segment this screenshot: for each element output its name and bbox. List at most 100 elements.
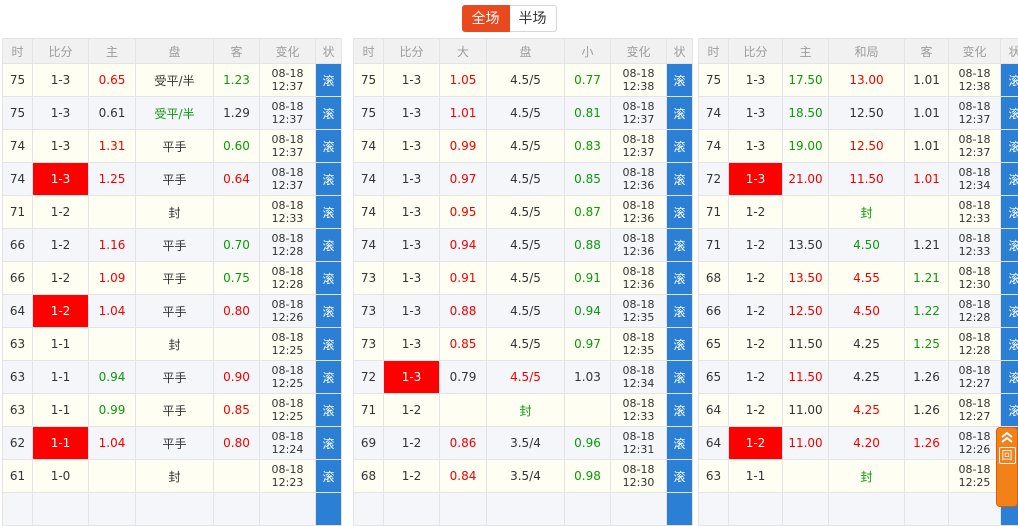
handicap-cell: 平手 bbox=[136, 295, 214, 328]
status-button[interactable]: 滚 bbox=[316, 328, 342, 361]
away-odds-cell bbox=[905, 460, 949, 493]
away-odds-cell: 0.80 bbox=[214, 295, 260, 328]
back-to-top-widget[interactable]: 回 bbox=[996, 427, 1018, 507]
change-cell: 08-1812:38 bbox=[611, 64, 667, 97]
change-date: 08-18 bbox=[260, 100, 315, 113]
handicap-cell: 4.25 bbox=[829, 361, 905, 394]
status-button[interactable]: 滚 bbox=[316, 229, 342, 262]
handicap-cell: 4.5/5 bbox=[487, 64, 565, 97]
status-button[interactable]: 滚 bbox=[1001, 295, 1018, 328]
time-cell: 62 bbox=[3, 427, 33, 460]
change-date: 08-18 bbox=[260, 430, 315, 443]
tab-half-match[interactable]: 半场 bbox=[510, 5, 557, 32]
handicap-cell: 平手 bbox=[136, 394, 214, 427]
header-row: 时比分主和局客变化状 bbox=[699, 39, 1018, 64]
time-cell: 71 bbox=[699, 196, 729, 229]
empty-cell bbox=[783, 493, 829, 526]
tab-full-match[interactable]: 全场 bbox=[462, 5, 510, 32]
time-cell: 74 bbox=[354, 163, 384, 196]
home-odds-cell bbox=[89, 460, 136, 493]
change-time: 12:25 bbox=[260, 377, 315, 390]
over-under-table: 时比分大盘小变化状751-31.054.5/50.7708-1812:38滚75… bbox=[353, 38, 693, 526]
table-row: 631-10.99平手0.8508-1812:25滚 bbox=[3, 394, 342, 427]
time-cell: 63 bbox=[3, 328, 33, 361]
empty-cell bbox=[440, 493, 487, 526]
change-cell: 08-1812:37 bbox=[260, 97, 316, 130]
status-button[interactable]: 滚 bbox=[1001, 361, 1018, 394]
status-button[interactable]: 滚 bbox=[316, 97, 342, 130]
change-time: 12:37 bbox=[260, 80, 315, 93]
change-date: 08-18 bbox=[949, 133, 1000, 146]
change-cell: 08-1812:35 bbox=[611, 295, 667, 328]
time-cell: 72 bbox=[354, 361, 384, 394]
score-cell: 1-1 bbox=[33, 328, 89, 361]
handicap-cell: 受平/半 bbox=[136, 97, 214, 130]
status-button[interactable]: 滚 bbox=[1001, 64, 1018, 97]
change-time: 12:28 bbox=[260, 245, 315, 258]
status-button[interactable]: 滚 bbox=[667, 229, 693, 262]
return-button[interactable]: 回 bbox=[999, 447, 1016, 464]
table-row: 751-30.61受平/半1.2908-1812:37滚 bbox=[3, 97, 342, 130]
change-cell: 08-1812:31 bbox=[611, 427, 667, 460]
status-button[interactable]: 滚 bbox=[667, 64, 693, 97]
status-button[interactable]: 滚 bbox=[1001, 196, 1018, 229]
empty-cell bbox=[667, 493, 693, 526]
header-row: 时比分主盘客变化状 bbox=[3, 39, 342, 64]
change-time: 12:26 bbox=[260, 311, 315, 324]
status-button[interactable]: 滚 bbox=[667, 427, 693, 460]
change-cell: 08-1812:36 bbox=[611, 262, 667, 295]
time-cell: 74 bbox=[354, 130, 384, 163]
column-header-handicap-cell: 和局 bbox=[829, 39, 905, 64]
home-odds-cell: 13.50 bbox=[783, 262, 829, 295]
change-time: 12:37 bbox=[260, 146, 315, 159]
time-cell: 69 bbox=[354, 427, 384, 460]
change-time: 12:37 bbox=[260, 179, 315, 192]
empty-cell bbox=[316, 493, 342, 526]
change-time: 12:36 bbox=[611, 179, 666, 192]
away-odds-cell: 0.64 bbox=[214, 163, 260, 196]
status-button[interactable]: 滚 bbox=[667, 460, 693, 493]
status-button[interactable]: 滚 bbox=[1001, 229, 1018, 262]
time-cell: 75 bbox=[354, 64, 384, 97]
status-button[interactable]: 滚 bbox=[667, 394, 693, 427]
status-button[interactable]: 滚 bbox=[316, 394, 342, 427]
status-button[interactable]: 滚 bbox=[667, 262, 693, 295]
status-button[interactable]: 滚 bbox=[316, 361, 342, 394]
status-button[interactable]: 滚 bbox=[316, 262, 342, 295]
table-row-partial bbox=[3, 493, 342, 526]
status-button[interactable]: 滚 bbox=[667, 196, 693, 229]
status-button[interactable]: 滚 bbox=[667, 361, 693, 394]
status-button[interactable]: 滚 bbox=[316, 163, 342, 196]
status-button[interactable]: 滚 bbox=[316, 460, 342, 493]
home-odds-cell: 0.61 bbox=[89, 97, 136, 130]
status-button[interactable]: 滚 bbox=[1001, 97, 1018, 130]
status-button[interactable]: 滚 bbox=[667, 328, 693, 361]
time-cell: 71 bbox=[699, 229, 729, 262]
home-odds-cell: 0.97 bbox=[440, 163, 487, 196]
status-button[interactable]: 滚 bbox=[667, 163, 693, 196]
time-cell: 75 bbox=[354, 97, 384, 130]
status-button[interactable]: 滚 bbox=[316, 64, 342, 97]
status-button[interactable]: 滚 bbox=[667, 97, 693, 130]
status-button[interactable]: 滚 bbox=[1001, 394, 1018, 427]
status-button[interactable]: 滚 bbox=[316, 130, 342, 163]
status-button[interactable]: 滚 bbox=[667, 295, 693, 328]
away-odds-cell bbox=[214, 196, 260, 229]
home-odds-cell: 1.04 bbox=[89, 295, 136, 328]
status-button[interactable]: 滚 bbox=[1001, 328, 1018, 361]
status-button[interactable]: 滚 bbox=[667, 130, 693, 163]
change-time: 12:33 bbox=[611, 410, 666, 423]
score-cell: 1-3 bbox=[384, 361, 440, 394]
status-button[interactable]: 滚 bbox=[316, 196, 342, 229]
score-cell: 1-2 bbox=[384, 394, 440, 427]
status-button[interactable]: 滚 bbox=[1001, 130, 1018, 163]
status-button[interactable]: 滚 bbox=[316, 427, 342, 460]
score-cell: 1-2 bbox=[729, 229, 783, 262]
status-button[interactable]: 滚 bbox=[316, 295, 342, 328]
change-cell: 08-1812:33 bbox=[260, 196, 316, 229]
status-button[interactable]: 滚 bbox=[1001, 163, 1018, 196]
change-time: 12:37 bbox=[949, 146, 1000, 159]
change-date: 08-18 bbox=[611, 364, 666, 377]
table-row: 681-213.504.551.2108-1812:30滚 bbox=[699, 262, 1018, 295]
status-button[interactable]: 滚 bbox=[1001, 262, 1018, 295]
